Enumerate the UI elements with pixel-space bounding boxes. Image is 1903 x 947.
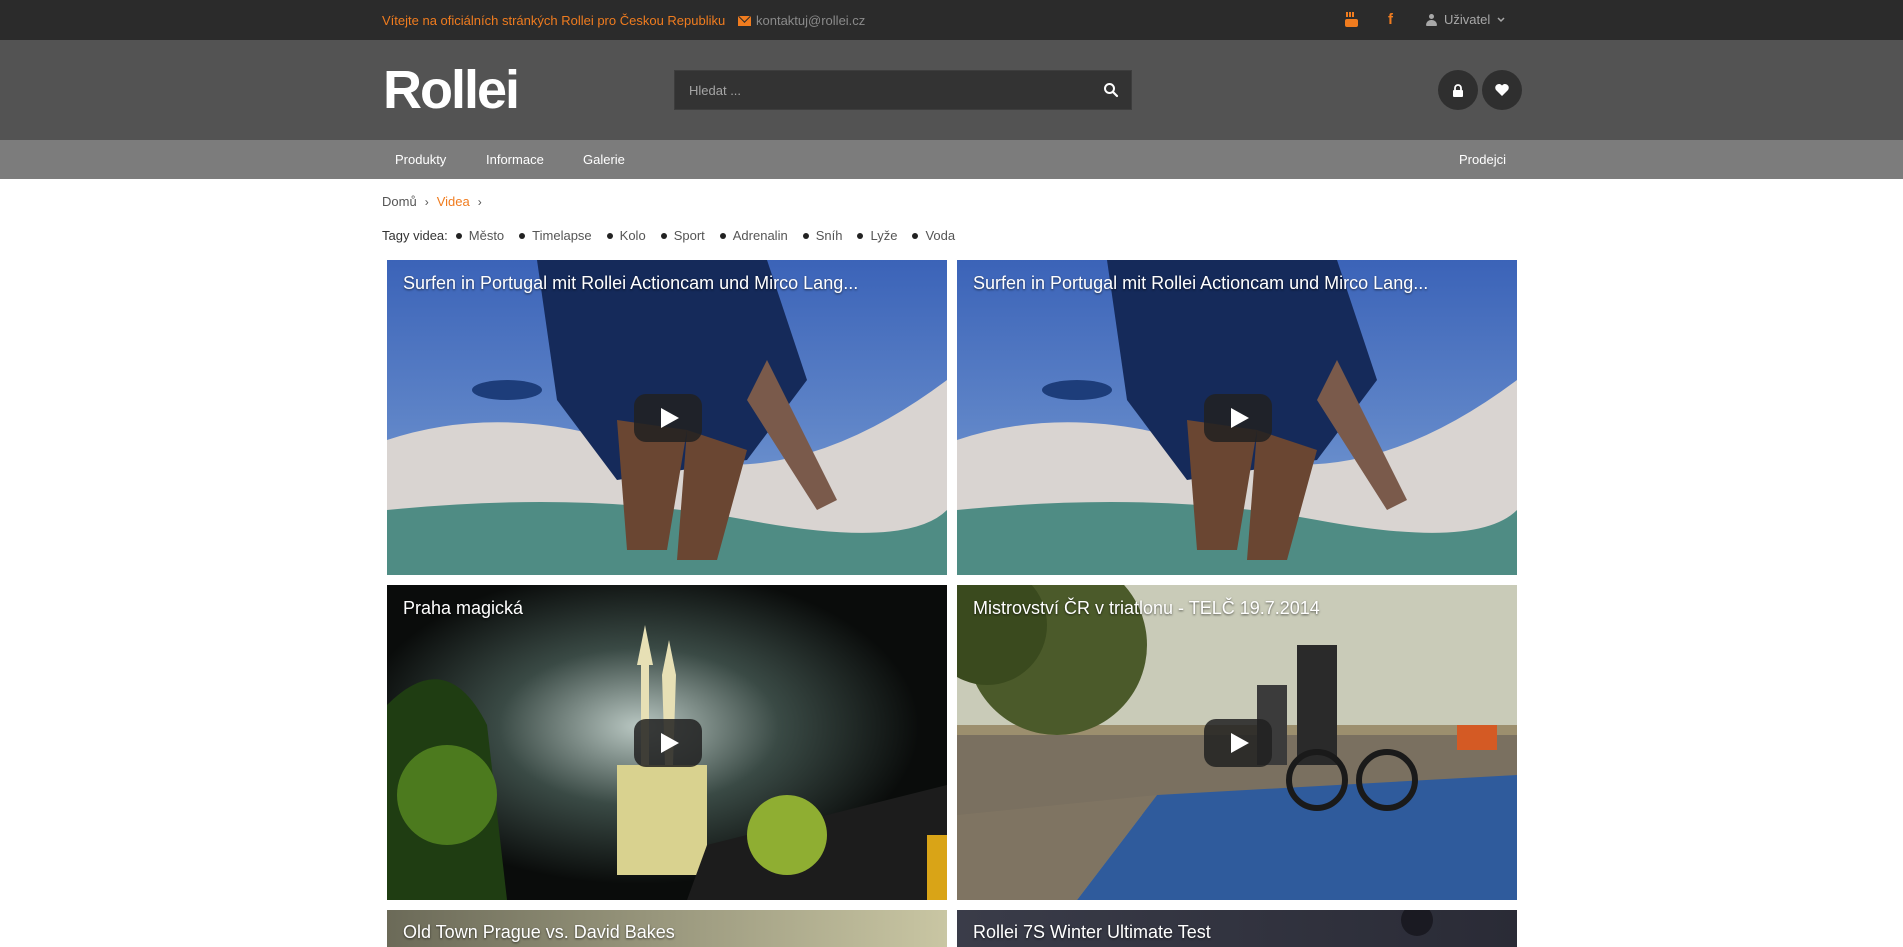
play-icon[interactable]: [634, 719, 702, 767]
contact-email-link[interactable]: kontaktuj@rollei.cz: [738, 13, 865, 28]
video-title: Mistrovství ČR v triatlonu - TELČ 19.7.2…: [973, 598, 1320, 618]
tag-snih[interactable]: Sníh: [802, 228, 843, 243]
video-title: Old Town Prague vs. David Bakes: [403, 922, 675, 942]
tag-label[interactable]: Sníh: [816, 228, 843, 243]
user-menu[interactable]: Uživatel: [1426, 12, 1505, 27]
nav-item-prodejci[interactable]: Prodejci: [1459, 152, 1506, 167]
search-input[interactable]: [675, 71, 1085, 109]
chevron-down-icon: [1497, 16, 1505, 22]
tag-mesto[interactable]: Město: [455, 228, 504, 243]
tag-label[interactable]: Kolo: [620, 228, 646, 243]
video-title: Praha magická: [403, 598, 524, 618]
svg-text:Rollei: Rollei: [383, 62, 518, 116]
login-button[interactable]: [1438, 70, 1478, 110]
bullet-icon: [912, 232, 919, 239]
breadcrumb: Domů › Videa ›: [382, 194, 482, 209]
search-box: [674, 70, 1132, 110]
welcome-text: Vítejte na oficiálních stránkých Rollei …: [382, 13, 726, 28]
video-card[interactable]: Old Town Prague vs. David Bakes: [387, 910, 947, 947]
bullet-icon: [660, 232, 667, 239]
tag-voda[interactable]: Voda: [912, 228, 955, 243]
video-tags: Tagy videa: Město Timelapse Kolo Sport A…: [382, 228, 970, 243]
bullet-icon: [719, 232, 726, 239]
tag-lyze[interactable]: Lyže: [857, 228, 897, 243]
heart-icon: [1495, 84, 1509, 96]
wishlist-button[interactable]: [1482, 70, 1522, 110]
chevron-right-icon: ›: [424, 194, 429, 209]
rollei-logo[interactable]: Rollei: [383, 62, 563, 116]
bullet-icon: [519, 232, 526, 239]
tag-label[interactable]: Voda: [925, 228, 955, 243]
video-title: Surfen in Portugal mit Rollei Actioncam …: [973, 273, 1429, 293]
envelope-icon: [738, 15, 751, 26]
breadcrumb-current[interactable]: Videa: [437, 194, 470, 209]
tag-adrenalin[interactable]: Adrenalin: [719, 228, 788, 243]
nav-item-galerie[interactable]: Galerie: [583, 152, 625, 167]
breadcrumb-home[interactable]: Domů: [382, 194, 417, 209]
facebook-icon[interactable]: f: [1388, 12, 1398, 27]
play-icon[interactable]: [1204, 394, 1272, 442]
contact-email[interactable]: kontaktuj@rollei.cz: [756, 13, 865, 28]
tags-label: Tagy videa:: [382, 228, 448, 243]
video-card[interactable]: Praha magická: [387, 585, 947, 900]
tag-label[interactable]: Adrenalin: [733, 228, 788, 243]
chevron-right-icon: ›: [477, 194, 482, 209]
video-card[interactable]: Surfen in Portugal mit Rollei Actioncam …: [957, 260, 1517, 575]
search-icon[interactable]: [1103, 82, 1119, 98]
user-icon: [1426, 13, 1437, 26]
tag-label[interactable]: Lyže: [870, 228, 897, 243]
tag-timelapse[interactable]: Timelapse: [519, 228, 592, 243]
top-bar: Vítejte na oficiálních stránkých Rollei …: [0, 0, 1903, 40]
bullet-icon: [802, 232, 809, 239]
video-card[interactable]: Rollei 7S Winter Ultimate Test: [957, 910, 1517, 947]
bullet-icon: [455, 232, 462, 239]
nav-item-informace[interactable]: Informace: [486, 152, 544, 167]
tag-label[interactable]: Město: [469, 228, 504, 243]
video-title: Rollei 7S Winter Ultimate Test: [973, 922, 1211, 942]
video-card[interactable]: Surfen in Portugal mit Rollei Actioncam …: [387, 260, 947, 575]
user-menu-label: Uživatel: [1444, 12, 1491, 27]
tag-label[interactable]: Timelapse: [532, 228, 591, 243]
play-icon[interactable]: [1204, 719, 1272, 767]
play-icon[interactable]: [634, 394, 702, 442]
video-card[interactable]: Mistrovství ČR v triatlonu - TELČ 19.7.2…: [957, 585, 1517, 900]
nav-item-produkty[interactable]: Produkty: [395, 152, 446, 167]
tag-sport[interactable]: Sport: [660, 228, 705, 243]
tag-kolo[interactable]: Kolo: [606, 228, 646, 243]
bullet-icon: [857, 232, 864, 239]
bullet-icon: [606, 232, 613, 239]
video-title: Surfen in Portugal mit Rollei Actioncam …: [403, 273, 859, 293]
tag-label[interactable]: Sport: [674, 228, 705, 243]
youtube-icon[interactable]: [1345, 12, 1358, 27]
lock-icon: [1453, 83, 1463, 97]
main-nav: Produkty Informace Galerie Prodejci: [0, 140, 1903, 179]
